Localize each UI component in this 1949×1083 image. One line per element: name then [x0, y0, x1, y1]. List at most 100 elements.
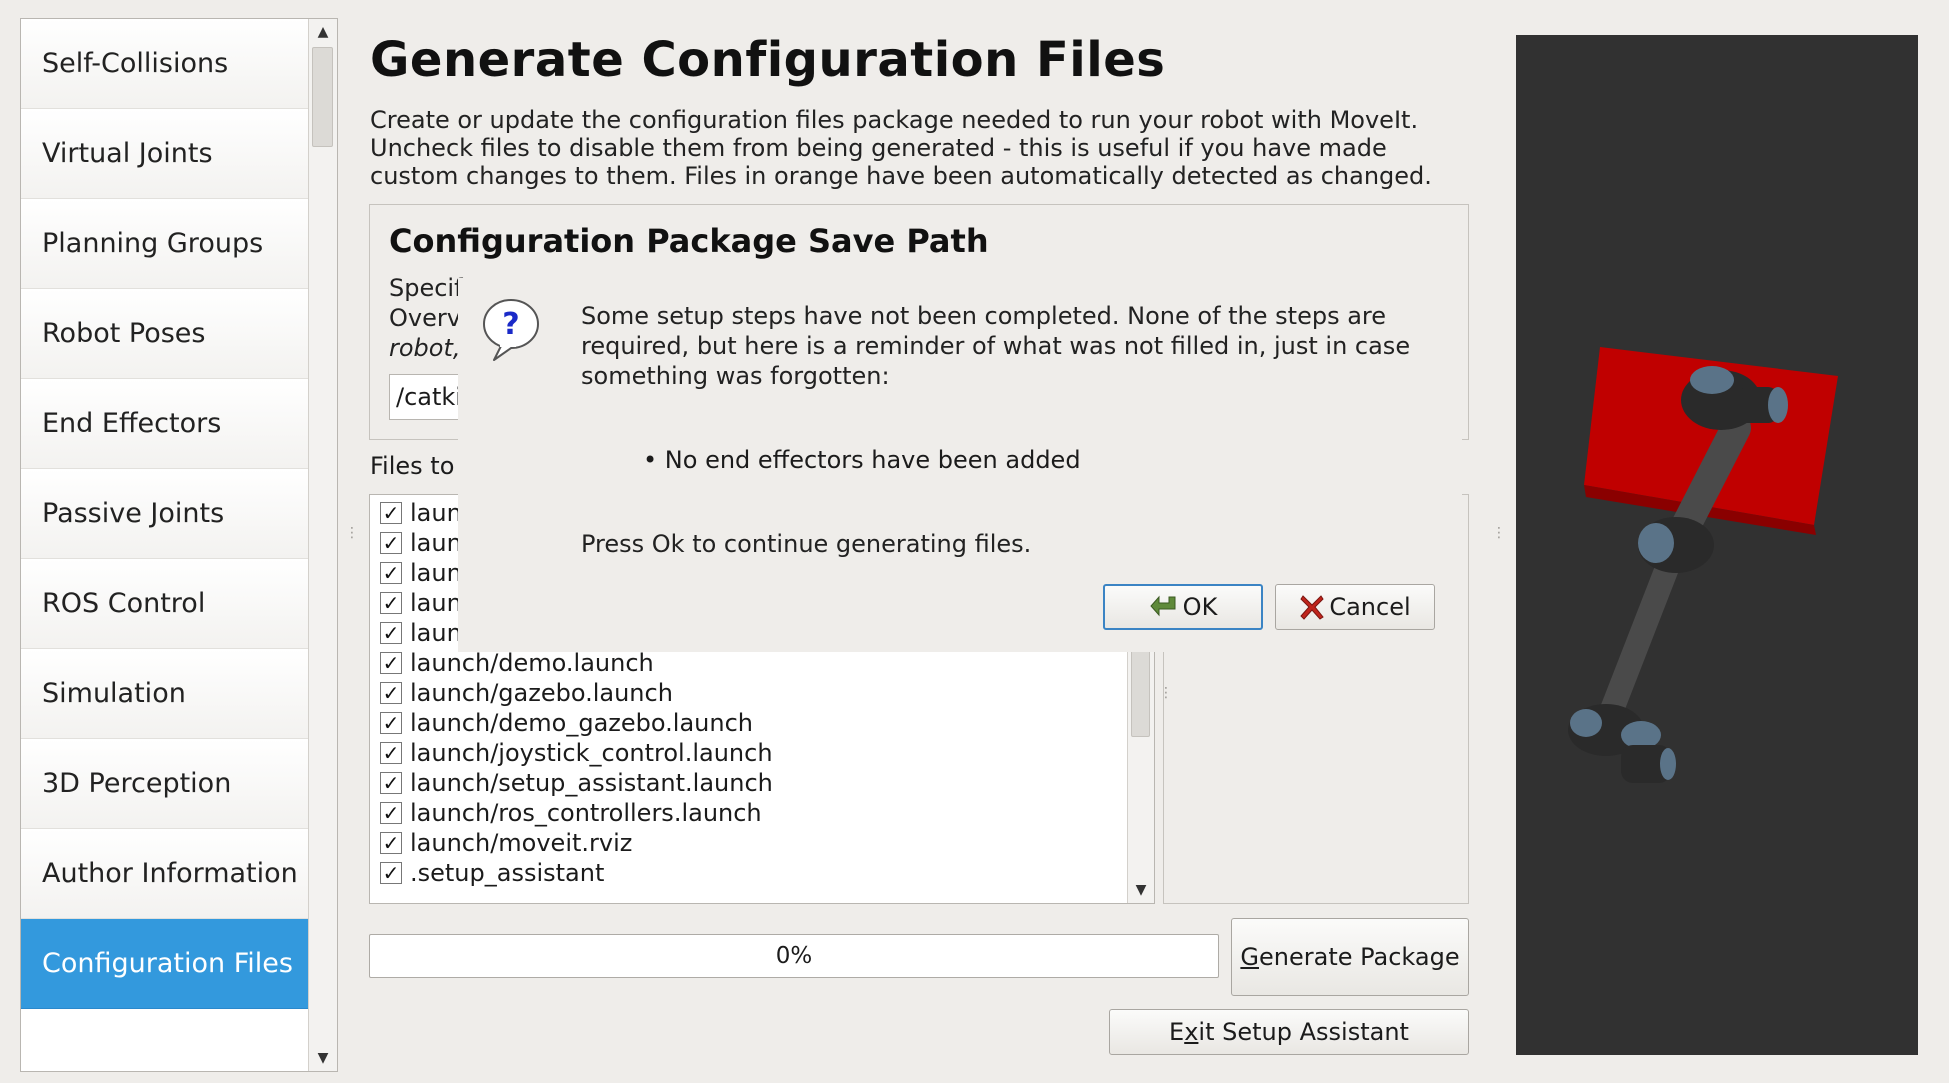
question-icon: ? [480, 296, 542, 364]
sidebar-item-end-effectors[interactable]: End Effectors [21, 379, 309, 469]
sidebar-item-ros-control[interactable]: ROS Control [21, 559, 309, 649]
cancel-button[interactable]: Cancel [1275, 584, 1435, 630]
list-item[interactable]: ✓ launch/joystick_control.launch [380, 738, 773, 768]
file-name: .setup_assistant [410, 859, 605, 887]
file-name: launch/joystick_control.launch [410, 739, 773, 767]
description-line: custom changes to them. Files in orange … [370, 162, 1432, 190]
cancel-x-icon [1299, 593, 1325, 621]
file-name: launch/ros_controllers.launch [410, 799, 762, 827]
list-item[interactable]: ✓ laun [380, 528, 462, 558]
save-path-desc: robot, [389, 334, 461, 362]
checkbox[interactable]: ✓ [380, 831, 402, 855]
list-item[interactable]: ✓ launch/demo.launch [380, 648, 654, 678]
sidebar: Self-Collisions Virtual Joints Planning … [20, 18, 338, 1072]
sidebar-scrollbar[interactable]: ▲ ▼ [308, 19, 337, 1071]
progress-bar: 0% [369, 934, 1219, 978]
ok-button[interactable]: OK [1103, 584, 1263, 630]
joint-cap [1621, 721, 1661, 749]
button-mnemonic: x [1184, 1018, 1199, 1046]
sidebar-item-virtual-joints[interactable]: Virtual Joints [21, 109, 309, 199]
file-name: launch/demo_gazebo.launch [410, 709, 753, 737]
file-name: laun [410, 559, 462, 587]
joint-cap [1638, 523, 1674, 563]
checkbox[interactable]: ✓ [380, 561, 402, 585]
scroll-up-icon[interactable]: ▲ [309, 19, 337, 45]
ok-arrow-icon [1149, 593, 1179, 621]
file-name: launch/moveit.rviz [410, 829, 633, 857]
file-name: laun [410, 499, 462, 527]
sidebar-item-configuration-files[interactable]: Configuration Files [21, 919, 309, 1009]
sidebar-item-3d-perception[interactable]: 3D Perception [21, 739, 309, 829]
svg-text:?: ? [502, 307, 519, 342]
splitter-handle[interactable]: ⋮ [1492, 526, 1506, 540]
robot-model [1568, 347, 1838, 783]
file-name: launch/setup_assistant.launch [410, 769, 773, 797]
robot-3d-viewport[interactable] [1516, 35, 1918, 1055]
joint-cap [1570, 709, 1602, 737]
sidebar-item-simulation[interactable]: Simulation [21, 649, 309, 739]
description-line: Create or update the configuration files… [370, 106, 1419, 134]
button-label: E [1169, 1018, 1185, 1046]
sidebar-scroll-thumb[interactable] [312, 47, 333, 147]
dialog-footer: Press Ok to continue generating files. [581, 530, 1032, 558]
scroll-down-icon[interactable]: ▼ [1128, 877, 1154, 903]
files-label: Files to [370, 452, 455, 480]
list-item[interactable]: ✓ .setup_assistant [380, 858, 604, 888]
splitter-handle[interactable]: ⋮ [345, 526, 359, 540]
file-name: laun [410, 529, 462, 557]
checkbox[interactable]: ✓ [380, 741, 402, 765]
joint-cap [1768, 387, 1788, 423]
joint-cap [1690, 366, 1734, 394]
checkbox[interactable]: ✓ [380, 651, 402, 675]
checkbox[interactable]: ✓ [380, 771, 402, 795]
checkbox[interactable]: ✓ [380, 501, 402, 525]
list-item[interactable]: ✓ laun [380, 498, 462, 528]
forearm-link [1594, 533, 1688, 737]
sidebar-item-robot-poses[interactable]: Robot Poses [21, 289, 309, 379]
progress-label: 0% [775, 943, 813, 969]
checkbox[interactable]: ✓ [380, 861, 402, 885]
sidebar-item-self-collisions[interactable]: Self-Collisions [21, 19, 309, 109]
sidebar-item-author-information[interactable]: Author Information [21, 829, 309, 919]
button-label: it Setup Assistant [1198, 1018, 1409, 1046]
exit-setup-assistant-button[interactable]: Ex it Setup Assistant [1109, 1009, 1469, 1055]
description-line: Uncheck files to disable them from being… [370, 134, 1387, 162]
nav-list: Self-Collisions Virtual Joints Planning … [21, 19, 309, 1071]
button-mnemonic: G [1240, 943, 1259, 971]
save-path-desc: Specif [389, 274, 463, 302]
checkbox[interactable]: ✓ [380, 711, 402, 735]
list-item[interactable]: ✓ laun [380, 558, 462, 588]
files-scroll-thumb[interactable] [1131, 643, 1150, 737]
list-item[interactable]: ✓ launch/moveit.rviz [380, 828, 632, 858]
list-item[interactable]: ✓ launch/gazebo.launch [380, 678, 673, 708]
scroll-down-icon[interactable]: ▼ [309, 1045, 337, 1071]
dialog-bullet: • No end effectors have been added [643, 446, 1081, 474]
file-name: laun [410, 589, 462, 617]
splitter-handle[interactable]: ⋮ [1159, 686, 1173, 700]
dialog-message: required, but here is a reminder of what… [581, 332, 1411, 360]
dialog-message: Some setup steps have not been completed… [581, 302, 1387, 330]
checkbox[interactable]: ✓ [380, 681, 402, 705]
list-item[interactable]: ✓ laun [380, 618, 462, 648]
list-item[interactable]: ✓ launch/ros_controllers.launch [380, 798, 762, 828]
checkbox[interactable]: ✓ [380, 801, 402, 825]
list-item[interactable]: ✓ launch/demo_gazebo.launch [380, 708, 753, 738]
checkbox[interactable]: ✓ [380, 591, 402, 615]
sidebar-item-planning-groups[interactable]: Planning Groups [21, 199, 309, 289]
button-label: enerate Package [1259, 943, 1460, 971]
ok-label: OK [1182, 593, 1218, 621]
page-title: Generate Configuration Files [370, 32, 1166, 88]
save-path-desc: Overv [389, 304, 461, 332]
bullet-text: No end effectors have been added [664, 446, 1081, 474]
file-name: launch/demo.launch [410, 649, 654, 677]
checkbox[interactable]: ✓ [380, 531, 402, 555]
list-item[interactable]: ✓ launch/setup_assistant.launch [380, 768, 773, 798]
dialog-message: something was forgotten: [581, 362, 890, 390]
file-name: laun [410, 619, 462, 647]
sidebar-item-passive-joints[interactable]: Passive Joints [21, 469, 309, 559]
generate-package-button[interactable]: Generate Package [1231, 918, 1469, 996]
file-name: launch/gazebo.launch [410, 679, 673, 707]
save-path-title: Configuration Package Save Path [389, 222, 989, 260]
checkbox[interactable]: ✓ [380, 621, 402, 645]
list-item[interactable]: ✓ laun [380, 588, 462, 618]
